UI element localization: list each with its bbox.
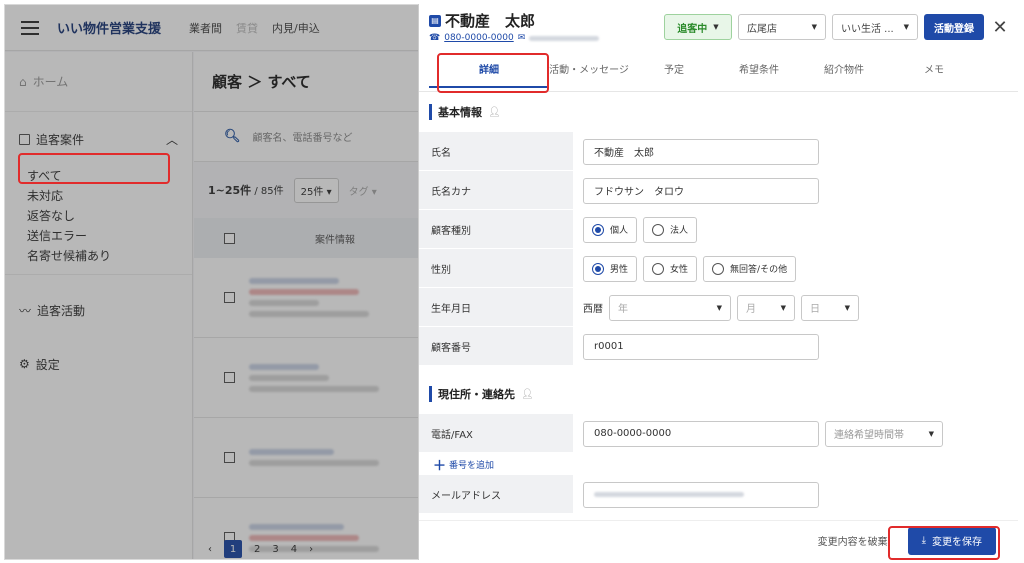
customer-id-icon: ▤ [429, 14, 441, 27]
name-input[interactable]: 不動産 太郎 [583, 138, 819, 165]
email-input[interactable] [583, 481, 819, 508]
chevron-down-icon: ▼ [903, 23, 909, 31]
kana-label: 氏名カナ [419, 171, 573, 210]
type-label: 顧客種別 [419, 210, 573, 249]
birth-label: 生年月日 [419, 288, 573, 327]
tab-conditions[interactable]: 希望条件 [719, 61, 799, 76]
phone-icon: ☎ [429, 33, 441, 43]
section-address: 現住所・連絡先 👤︎ [419, 374, 1018, 414]
era-label: 西暦 [583, 304, 603, 315]
field-row-birthdate: 生年月日 西暦 年 ▼ 月 ▼ 日 ▼ [419, 288, 1018, 327]
field-row-kana: 氏名カナ フドウサン タロウ [419, 171, 1018, 210]
highlight-box-save [888, 526, 1000, 560]
tab-properties[interactable]: 紹介物件 [799, 61, 889, 76]
add-number-link[interactable]: ＋番号を追加 [419, 453, 1018, 475]
field-row-gender: 性別 男性 女性 無回答/その他 [419, 249, 1018, 288]
store-select[interactable]: 広尾店 ▼ [738, 14, 826, 40]
radio-individual[interactable]: 個人 [583, 216, 638, 243]
gender-label: 性別 [419, 249, 573, 288]
field-row-customer-number: 顧客番号 r0001 [419, 327, 1018, 366]
customer-phone-link[interactable]: 080-0000-0000 [444, 33, 513, 43]
radio-other[interactable]: 無回答/その他 [703, 255, 797, 282]
panel-header: ▤ 不動産 太郎 ☎ 080-0000-0000 ✉ 追客中 ▼ 広尾店 ▼ いい生… [419, 4, 1018, 46]
person-icon: 👤︎ [488, 106, 501, 118]
field-row-type: 顧客種別 個人 法人 [419, 210, 1018, 249]
highlight-box-details-tab [437, 53, 549, 93]
chevron-down-icon: ▼ [811, 23, 817, 31]
register-activity-button[interactable]: 活動登録 [924, 14, 984, 40]
field-row-name: 氏名 不動産 太郎 [419, 132, 1018, 171]
phone-input[interactable]: 080-0000-0000 [583, 420, 819, 447]
close-icon[interactable]: ✕ [990, 17, 1010, 38]
chevron-down-icon: ▼ [713, 23, 719, 31]
section-basic-info: 基本情報 👤︎ [419, 92, 1018, 132]
person-icon: 👤︎ [521, 388, 534, 400]
radio-corporate[interactable]: 法人 [643, 216, 698, 243]
blurred-email [529, 35, 600, 41]
email-label: メールアドレス [419, 475, 573, 514]
customer-name: 不動産 太郎 [445, 12, 536, 30]
day-select[interactable]: 日 ▼ [801, 294, 859, 321]
radio-female[interactable]: 女性 [643, 255, 698, 282]
tab-schedule[interactable]: 予定 [629, 61, 719, 76]
year-select[interactable]: 年 ▼ [609, 294, 731, 321]
discard-changes-link[interactable]: 変更内容を破棄 [818, 533, 888, 548]
highlight-box-all [18, 153, 170, 184]
field-row-email: メールアドレス [419, 475, 1018, 514]
name-label: 氏名 [419, 132, 573, 171]
channel-select[interactable]: いい生活 ... ▼ [832, 14, 918, 40]
phone-label: 電話/FAX [419, 414, 573, 453]
radio-male[interactable]: 男性 [583, 255, 638, 282]
blurred-email-value [594, 492, 744, 497]
customer-number-input[interactable]: r0001 [583, 333, 819, 360]
kana-input[interactable]: フドウサン タロウ [583, 177, 819, 204]
customer-number-label: 顧客番号 [419, 327, 573, 366]
contact-time-select[interactable]: 連絡希望時間帯 ▼ [825, 420, 943, 447]
month-select[interactable]: 月 ▼ [737, 294, 795, 321]
tab-activity[interactable]: 活動・メッセージ [549, 61, 629, 76]
status-dropdown[interactable]: 追客中 ▼ [664, 14, 732, 40]
plus-icon: ＋ [433, 458, 447, 474]
field-row-phone: 電話/FAX 080-0000-0000 連絡希望時間帯 ▼ [419, 414, 1018, 453]
tab-memo[interactable]: メモ [889, 61, 979, 76]
mail-icon: ✉ [517, 33, 526, 43]
